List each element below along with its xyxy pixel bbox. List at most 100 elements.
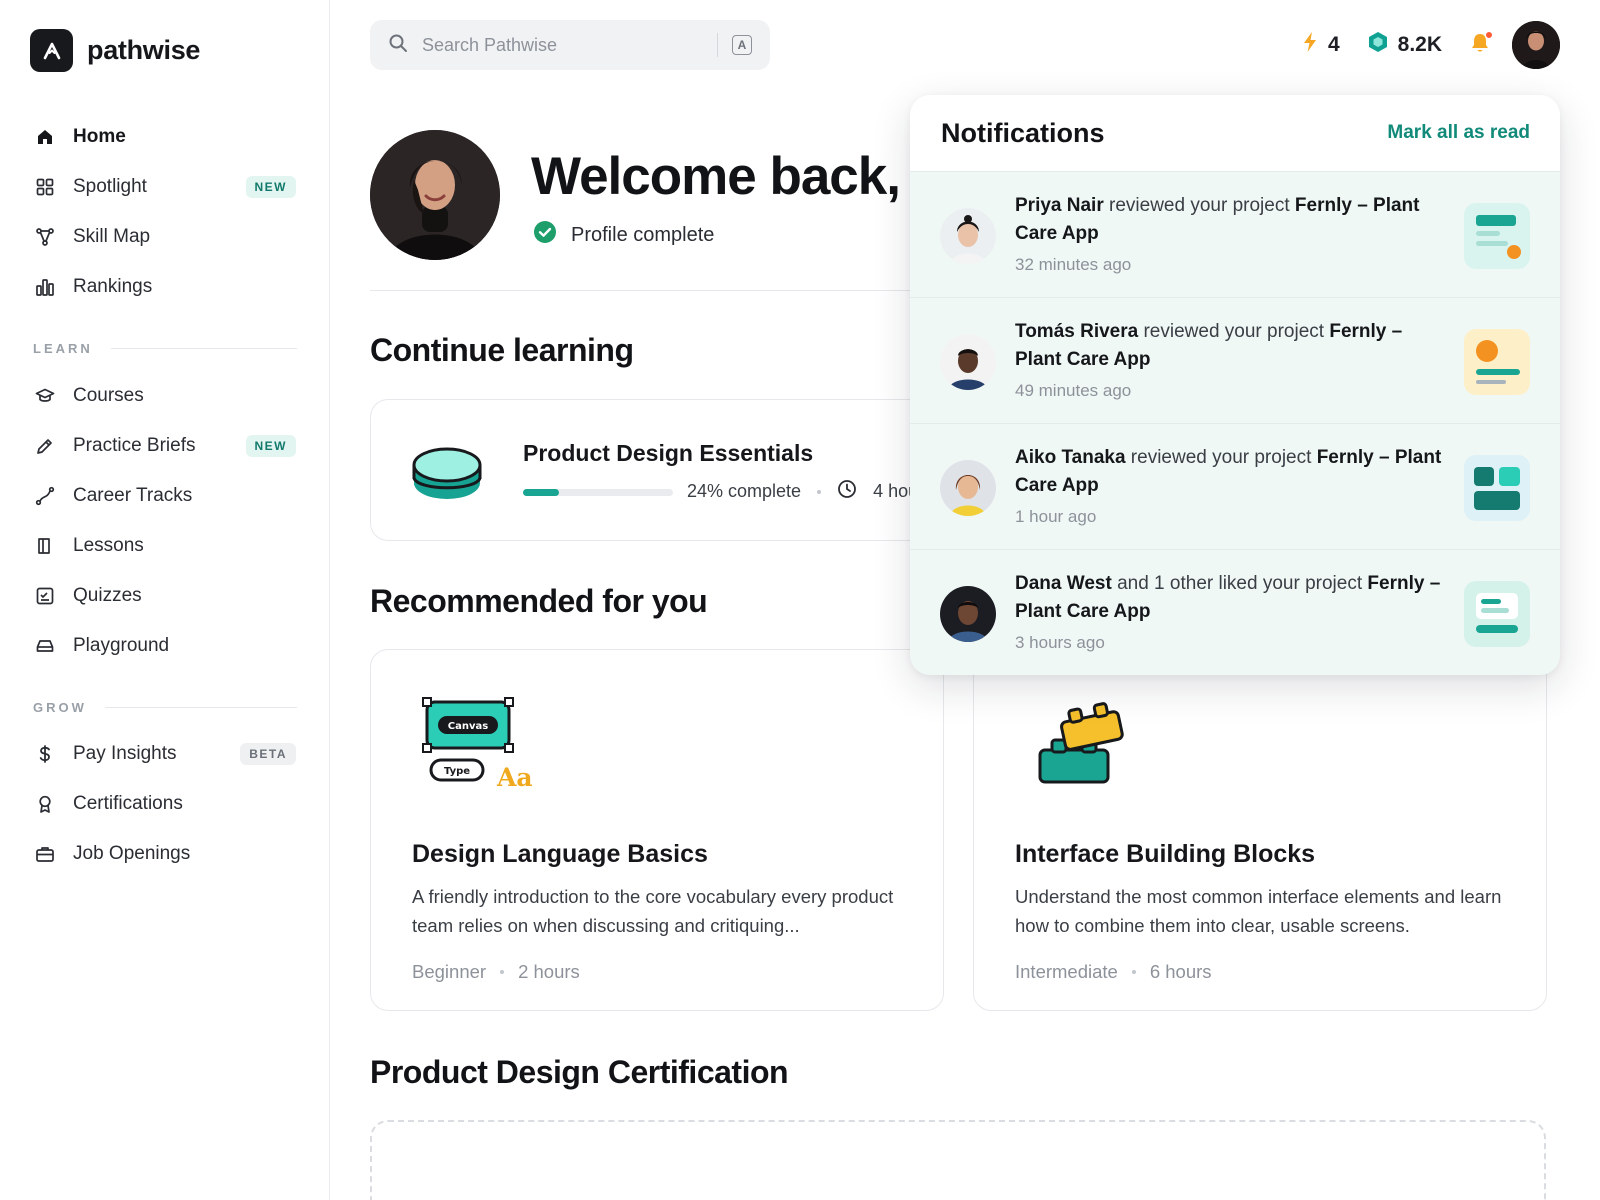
- mark-all-read-button[interactable]: Mark all as read: [1387, 122, 1530, 144]
- course-progress-fill: [523, 489, 559, 496]
- notification-item[interactable]: Dana West and 1 other liked your project…: [910, 549, 1560, 675]
- lightning-icon: [1302, 31, 1318, 59]
- project-thumbnail: [1464, 203, 1530, 269]
- home-icon: [34, 126, 56, 148]
- type-text: Type: [444, 766, 470, 777]
- sidebar-item-rankings[interactable]: Rankings: [34, 267, 296, 307]
- notification-item[interactable]: Aiko Tanaka reviewed your project Fernly…: [910, 423, 1560, 549]
- level-label: Beginner: [412, 961, 487, 982]
- sidebar-item-practice-briefs[interactable]: Practice Briefs NEW: [34, 426, 296, 466]
- sidebar-item-label: Practice Briefs: [73, 435, 196, 456]
- notification-action: reviewed your project: [1125, 447, 1317, 468]
- user-avatar[interactable]: [1512, 21, 1560, 69]
- avatar: [940, 460, 996, 516]
- network-icon: [34, 226, 56, 248]
- sidebar-item-skill-map[interactable]: Skill Map: [34, 217, 296, 257]
- sidebar-item-job-openings[interactable]: Job Openings: [34, 834, 296, 874]
- certification-placeholder: [370, 1120, 1546, 1200]
- check-circle-icon: [533, 220, 557, 250]
- new-badge: NEW: [245, 435, 296, 457]
- notification-actor: Dana West: [1015, 573, 1112, 594]
- search-icon: [388, 33, 408, 58]
- hexagon-gem-icon: [1368, 31, 1388, 59]
- notification-actor: Tomás Rivera: [1015, 321, 1139, 342]
- sidebar-item-pay-insights[interactable]: Pay Insights BETA: [34, 734, 296, 774]
- sidebar-item-certifications[interactable]: Certifications: [34, 784, 296, 824]
- profile-status-label: Profile complete: [571, 223, 715, 246]
- notifications-panel: Notifications Mark all as read Priya Nai…: [910, 95, 1560, 675]
- pencil-icon: [34, 435, 56, 457]
- recommended-card-title: Design Language Basics: [412, 840, 708, 868]
- sidebar-item-career-tracks[interactable]: Career Tracks: [34, 476, 296, 516]
- book-icon: [34, 535, 56, 557]
- graduation-cap-icon: [34, 385, 56, 407]
- course-meta: 24% complete 4 hou: [687, 479, 918, 504]
- section-heading-learn: LEARN: [33, 341, 297, 356]
- course-progress-label: 24% complete: [687, 481, 802, 501]
- certification-heading: Product Design Certification: [370, 1054, 789, 1090]
- new-badge: NEW: [245, 176, 296, 198]
- notification-text: Priya Nair reviewed your project Fernly …: [1015, 192, 1453, 248]
- recommended-card[interactable]: Canvas Type Aa Design Language Basics A …: [370, 649, 944, 1011]
- sidebar-item-quizzes[interactable]: Quizzes: [34, 576, 296, 616]
- notifications-button[interactable]: [1470, 30, 1493, 59]
- sidebar-item-label: Rankings: [73, 276, 153, 297]
- recommended-card-description: A friendly introduction to the core voca…: [412, 886, 894, 936]
- avatar: [940, 208, 996, 264]
- level-label: Intermediate: [1015, 961, 1118, 982]
- notification-actor: Aiko Tanaka: [1015, 447, 1126, 468]
- notification-actor: Priya Nair: [1015, 195, 1104, 216]
- route-icon: [34, 485, 56, 507]
- briefcase-icon: [34, 843, 56, 865]
- gem-counter[interactable]: 8.2K: [1368, 31, 1442, 59]
- grid-icon: [34, 176, 56, 198]
- notification-item[interactable]: Priya Nair reviewed your project Fernly …: [910, 171, 1560, 297]
- recommended-card-meta: Intermediate 6 hours: [1015, 961, 1212, 983]
- streak-counter[interactable]: 4: [1302, 31, 1340, 59]
- sidebar-item-label: Job Openings: [73, 843, 191, 864]
- aa-text: Aa: [496, 763, 533, 792]
- notification-text: Aiko Tanaka reviewed your project Fernly…: [1015, 444, 1453, 500]
- sidebar-item-label: Certifications: [73, 793, 183, 814]
- continue-learning-heading: Continue learning: [370, 332, 634, 368]
- notification-time: 1 hour ago: [1015, 507, 1097, 526]
- top-stats: 4 8.2K: [1302, 20, 1560, 70]
- sidebar-item-spotlight[interactable]: Spotlight NEW: [34, 167, 296, 207]
- profile-status: Profile complete: [533, 220, 714, 250]
- sidebar-item-label: Skill Map: [73, 226, 151, 247]
- course-title: Product Design Essentials: [523, 440, 814, 466]
- sidebar-item-playground[interactable]: Playground: [34, 626, 296, 666]
- sidebar: pathwise Home Spotlight NEW Skill Map Ra…: [0, 0, 330, 1200]
- recommended-card[interactable]: Interface Building Blocks Understand the…: [973, 649, 1547, 1011]
- search-bar[interactable]: A: [370, 20, 770, 70]
- sidebar-item-label: Lessons: [73, 535, 144, 556]
- sidebar-item-lessons[interactable]: Lessons: [34, 526, 296, 566]
- welcome-heading: Welcome back, I: [531, 147, 928, 206]
- bar-chart-icon: [34, 276, 56, 298]
- sidebar-item-courses[interactable]: Courses: [34, 376, 296, 416]
- sidebar-item-label: Spotlight: [73, 176, 147, 197]
- recommended-card-meta: Beginner 2 hours: [412, 961, 580, 983]
- award-icon: [34, 793, 56, 815]
- sidebar-item-label: Pay Insights: [73, 743, 177, 764]
- keyboard-shortcut-icon: A: [732, 35, 752, 55]
- pathwise-logo-icon: [30, 29, 73, 72]
- clock-icon: [837, 479, 857, 504]
- dollar-icon: [34, 743, 56, 765]
- duration-label: 6 hours: [1149, 961, 1212, 982]
- section-heading-label: LEARN: [33, 341, 93, 356]
- sidebar-item-home[interactable]: Home: [34, 117, 296, 157]
- meta-separator: [1131, 970, 1136, 974]
- unread-dot: [1485, 30, 1493, 39]
- notification-item[interactable]: Tomás Rivera reviewed your project Fernl…: [910, 297, 1560, 423]
- recommended-heading: Recommended for you: [370, 583, 708, 619]
- notification-text: Dana West and 1 other liked your project…: [1015, 570, 1453, 626]
- notification-time: 32 minutes ago: [1015, 255, 1132, 274]
- meta-separator: [500, 970, 505, 974]
- streak-value: 4: [1327, 33, 1340, 56]
- notification-time: 3 hours ago: [1015, 633, 1105, 652]
- brand[interactable]: pathwise: [30, 29, 200, 72]
- search-input[interactable]: [422, 34, 717, 56]
- gem-value: 8.2K: [1397, 33, 1442, 56]
- sidebar-item-label: Career Tracks: [73, 485, 193, 506]
